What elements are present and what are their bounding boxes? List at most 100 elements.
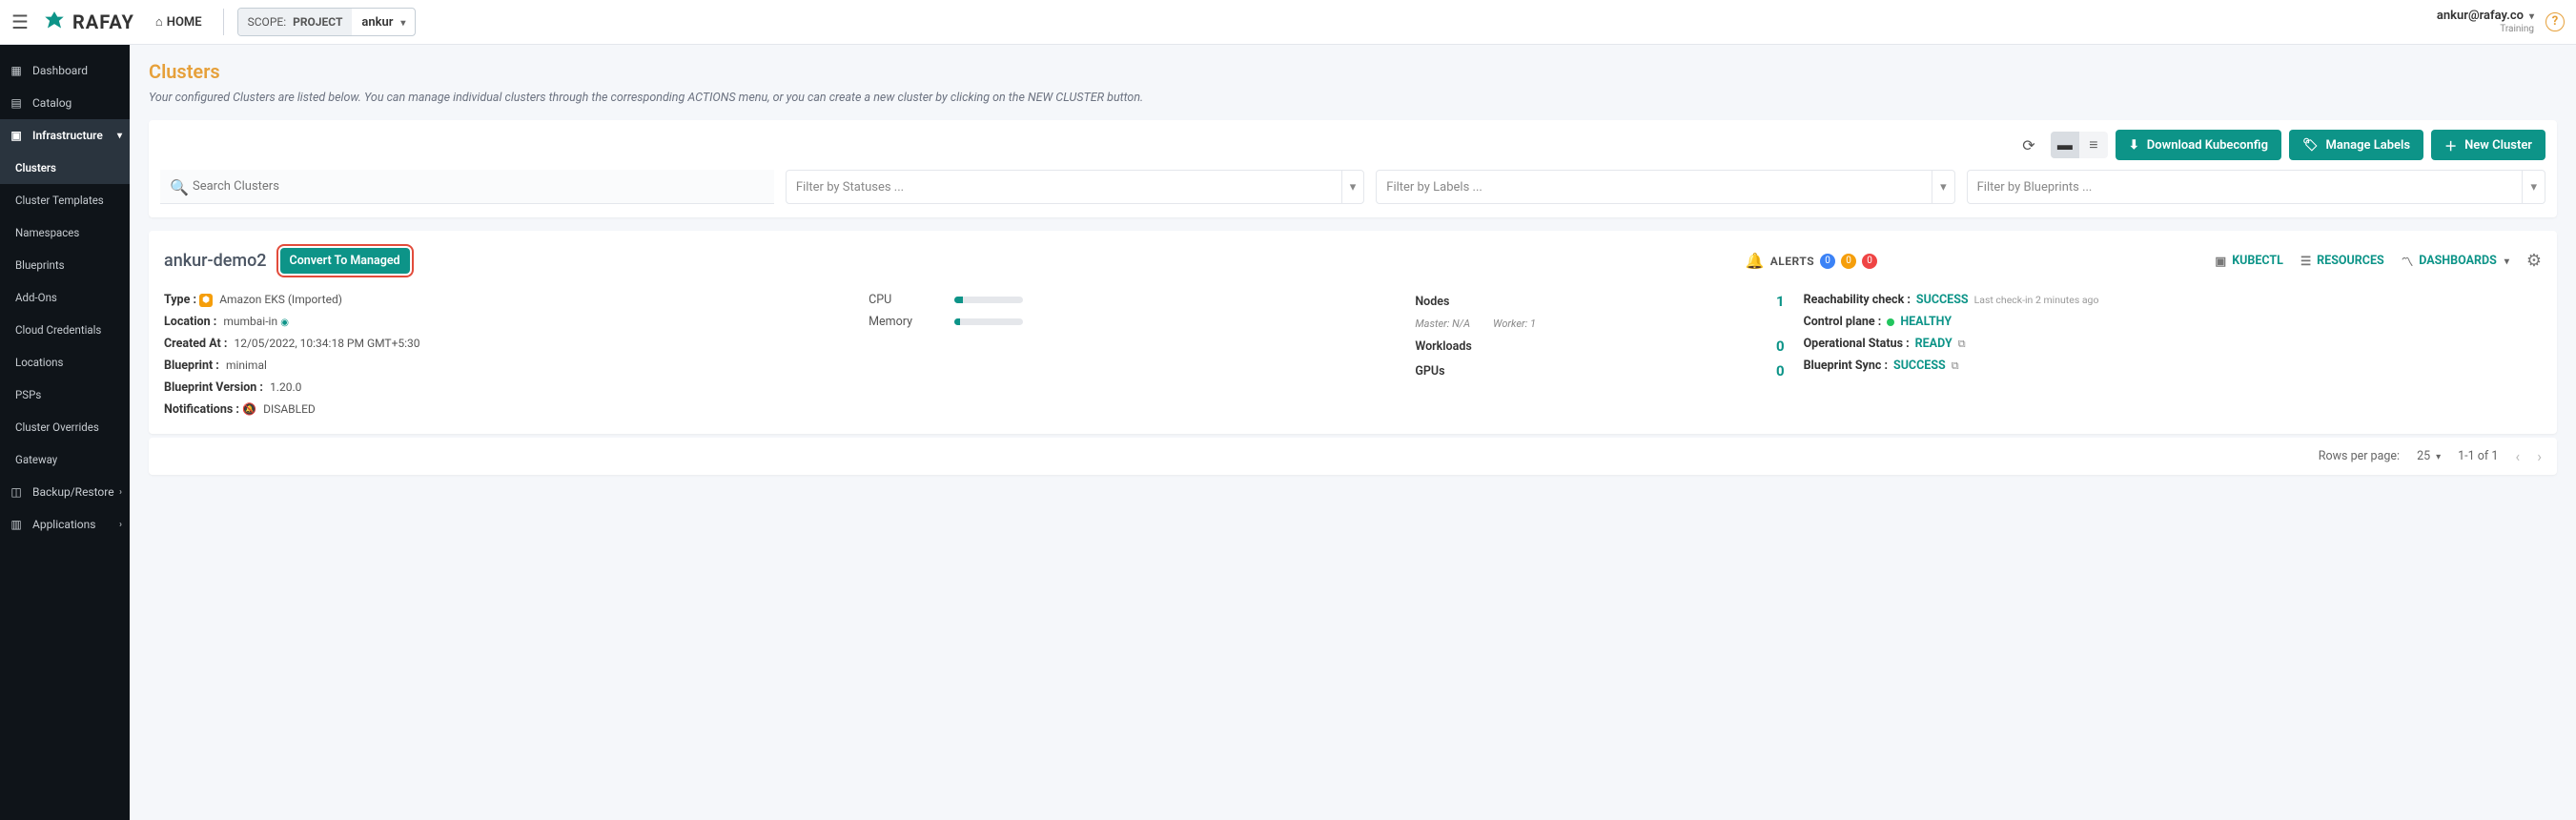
sidebar-item-clusters[interactable]: Clusters xyxy=(0,152,130,184)
cpu-label: CPU xyxy=(869,293,935,307)
notif-value: DISABLED xyxy=(263,402,316,416)
user-email: ankur@rafay.co xyxy=(2437,10,2524,23)
rows-per-page-select[interactable]: 25 xyxy=(2417,449,2441,463)
tag-icon: 🏷 xyxy=(2302,138,2319,153)
sidebar-item-catalog[interactable]: ▤Catalog xyxy=(0,87,130,119)
alert-warn-badge[interactable]: 0 xyxy=(1841,254,1856,269)
page-range: 1-1 of 1 xyxy=(2458,449,2498,463)
catalog-icon: ▤ xyxy=(10,96,23,110)
kubectl-link[interactable]: ▣KUBECTL xyxy=(2215,254,2283,269)
logo-text: RAFAY xyxy=(72,10,134,33)
topbar: ☰ RAFAY ⌂ HOME SCOPE: PROJECT ankur anku… xyxy=(0,0,2576,45)
sidebar-item-cluster-overrides[interactable]: Cluster Overrides xyxy=(0,411,130,443)
external-link-icon[interactable]: ⧉ xyxy=(1952,359,1959,373)
dashboards-icon: 〽 xyxy=(2402,252,2414,270)
location-icon: ◉ xyxy=(280,318,289,328)
alerts-label: ALERTS xyxy=(1770,255,1814,268)
logo[interactable]: RAFAY xyxy=(42,10,134,34)
filter-blueprints-select[interactable]: Filter by Blueprints ...▾ xyxy=(1967,170,2545,204)
gear-icon[interactable]: ⚙ xyxy=(2526,251,2542,271)
chevron-down-icon: ▾ xyxy=(117,131,122,141)
view-list-icon[interactable]: ≡ xyxy=(2079,132,2108,158)
op-label: Operational Status : xyxy=(1804,337,1910,351)
scope-label: SCOPE: PROJECT xyxy=(238,9,353,35)
view-card-icon[interactable]: ▬ xyxy=(2051,132,2079,158)
user-role: Training xyxy=(2437,24,2534,34)
filter-labels-select[interactable]: Filter by Labels ...▾ xyxy=(1376,170,1954,204)
main-content: Clusters Your configured Clusters are li… xyxy=(130,45,2576,820)
reach-meta: Last check-in 2 minutes ago xyxy=(1974,294,2099,306)
menu-toggle-icon[interactable]: ☰ xyxy=(11,10,29,33)
chevron-right-icon: › xyxy=(119,487,122,498)
home-label: HOME xyxy=(167,15,202,30)
dashboards-link[interactable]: 〽DASHBOARDS xyxy=(2402,252,2509,270)
manage-labels-button[interactable]: 🏷Manage Labels xyxy=(2289,130,2423,160)
location-value: mumbai-in xyxy=(223,315,277,328)
created-value: 12/05/2022, 10:34:18 PM GMT+5:30 xyxy=(234,337,419,350)
filter-status-select[interactable]: Filter by Statuses ...▾ xyxy=(786,170,1364,204)
scope-selector[interactable]: SCOPE: PROJECT ankur xyxy=(237,8,417,36)
download-kubeconfig-button[interactable]: ⬇Download Kubeconfig xyxy=(2116,130,2281,160)
download-icon: ⬇ xyxy=(2129,138,2139,153)
refresh-icon[interactable]: ⟳ xyxy=(2014,131,2043,159)
sidebar-item-addons[interactable]: Add-Ons xyxy=(0,281,130,314)
resources-icon: ☰ xyxy=(2300,254,2311,269)
sidebar-item-blueprints[interactable]: Blueprints xyxy=(0,249,130,281)
convert-to-managed-button[interactable]: Convert To Managed xyxy=(280,248,410,274)
chevron-down-icon xyxy=(2503,254,2509,268)
user-menu[interactable]: ankur@rafay.co Training xyxy=(2437,10,2534,33)
resources-link[interactable]: ☰RESOURCES xyxy=(2300,254,2384,269)
workloads-label: Workloads xyxy=(1415,339,1471,354)
sidebar-item-cloud-credentials[interactable]: Cloud Credentials xyxy=(0,314,130,346)
new-cluster-button[interactable]: ＋New Cluster xyxy=(2431,130,2545,160)
external-link-icon[interactable]: ⧉ xyxy=(1958,338,1966,351)
sidebar-item-psps[interactable]: PSPs xyxy=(0,379,130,411)
sidebar-item-infrastructure[interactable]: ▣Infrastructure▾ xyxy=(0,119,130,152)
cluster-card: ankur-demo2 Convert To Managed 🔔 ALERTS … xyxy=(149,231,2557,434)
sidebar-item-applications[interactable]: ▥Applications› xyxy=(0,508,130,541)
bp-value: SUCCESS xyxy=(1893,359,1946,373)
sidebar-item-locations[interactable]: Locations xyxy=(0,346,130,379)
scope-value[interactable]: ankur xyxy=(352,15,415,30)
sidebar-item-namespaces[interactable]: Namespaces xyxy=(0,216,130,249)
home-link[interactable]: ⌂ HOME xyxy=(148,14,210,30)
cluster-name[interactable]: ankur-demo2 xyxy=(164,251,267,271)
infra-icon: ▣ xyxy=(10,129,23,142)
sidebar-item-dashboard[interactable]: ▦Dashboard xyxy=(0,54,130,87)
workloads-value: 0 xyxy=(1776,338,1785,355)
search-clusters-input[interactable]: 🔍 xyxy=(160,170,774,204)
search-icon: 🔍 xyxy=(170,178,189,196)
alerts-block: 🔔 ALERTS 0 0 0 xyxy=(1746,252,1877,270)
apps-icon: ▥ xyxy=(10,518,23,531)
health-dot-icon xyxy=(1887,318,1894,326)
sidebar-item-cluster-templates[interactable]: Cluster Templates xyxy=(0,184,130,216)
sidebar-item-backup-restore[interactable]: ◫Backup/Restore› xyxy=(0,476,130,508)
memory-bar xyxy=(954,318,1023,325)
help-icon[interactable]: ? xyxy=(2545,12,2565,31)
blueprint-label: Blueprint : xyxy=(164,359,219,373)
gpus-value: 0 xyxy=(1776,362,1785,379)
next-page-icon[interactable]: › xyxy=(2537,447,2542,465)
reach-value: SUCCESS xyxy=(1916,293,1969,307)
location-label: Location : xyxy=(164,315,216,329)
created-label: Created At : xyxy=(164,337,227,351)
alert-error-badge[interactable]: 0 xyxy=(1862,254,1877,269)
gpus-label: GPUs xyxy=(1415,364,1444,379)
chevron-right-icon: › xyxy=(119,520,122,530)
memory-label: Memory xyxy=(869,315,935,329)
chevron-down-icon: ▾ xyxy=(1341,171,1357,203)
cp-value: HEALTHY xyxy=(1900,315,1952,329)
op-value: READY xyxy=(1915,337,1952,351)
divider xyxy=(223,9,224,35)
reach-label: Reachability check : xyxy=(1804,293,1911,307)
chevron-down-icon: ▾ xyxy=(2522,171,2537,203)
sidebar-item-gateway[interactable]: Gateway xyxy=(0,443,130,476)
cpu-bar xyxy=(954,297,1023,303)
highlight-ring: Convert To Managed xyxy=(276,244,414,277)
prev-page-icon[interactable]: ‹ xyxy=(2515,447,2520,465)
nodes-label: Nodes xyxy=(1415,295,1449,309)
page-title: Clusters xyxy=(149,60,2557,83)
alert-info-badge[interactable]: 0 xyxy=(1820,254,1835,269)
bp-label: Blueprint Sync : xyxy=(1804,359,1888,373)
terminal-icon: ▣ xyxy=(2215,254,2226,269)
